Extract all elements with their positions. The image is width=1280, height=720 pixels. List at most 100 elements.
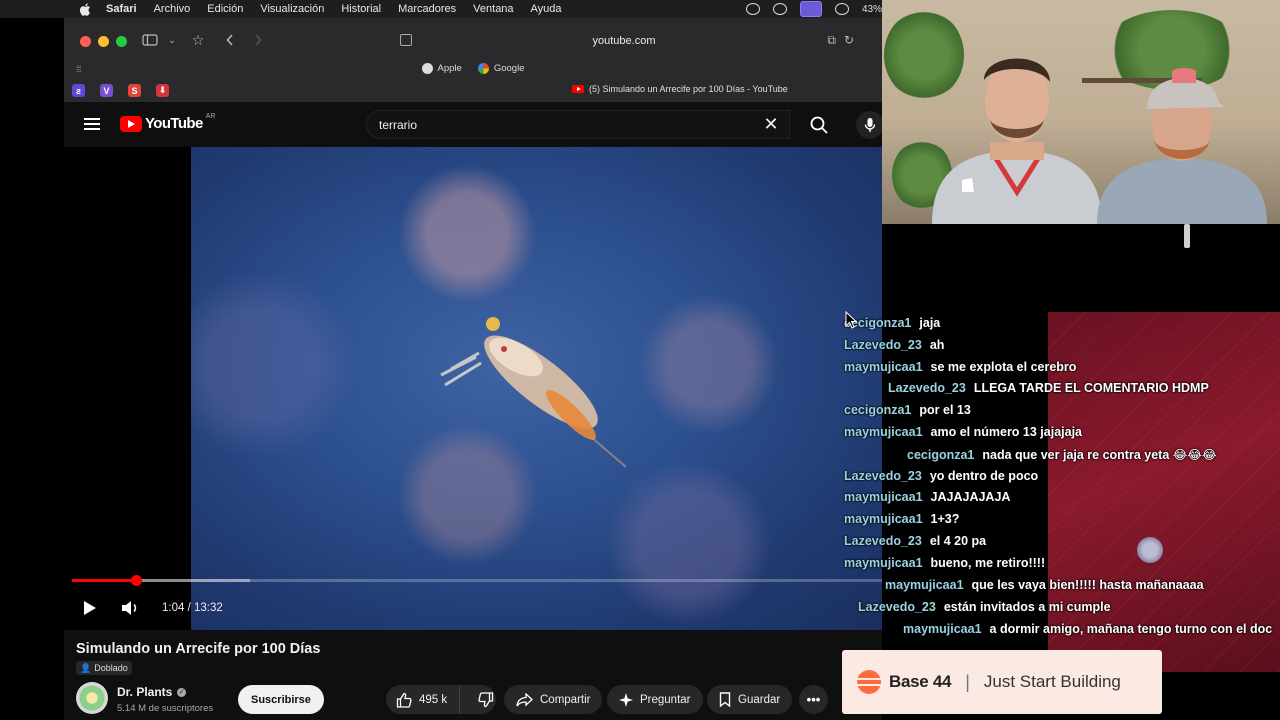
base44-ad-banner[interactable]: Base 44 | Just Start Building [842, 650, 1162, 714]
safari-toolbar: ⌄ ☆ youtube.com ⧉ ↻ ⁞⁞⁞ Apple Google ƨ V… [64, 18, 882, 102]
share-button[interactable]: Compartir [504, 685, 603, 714]
youtube-page: YouTube AR terrario ✕ 1:04 / 13:32 Simul… [64, 102, 882, 720]
more-horizontal-icon: ••• [806, 692, 821, 707]
tab-youtube[interactable]: (5) Simulando un Arrecife por 100 Días -… [572, 84, 788, 94]
video-frame[interactable] [191, 147, 882, 630]
progress-bar[interactable] [72, 575, 882, 586]
thumbs-down-icon [478, 691, 494, 707]
address-bar[interactable]: youtube.com ⧉ ↻ [394, 30, 854, 52]
scrubber-handle[interactable] [130, 575, 142, 586]
ad-brand: Base 44 [889, 672, 952, 691]
search-button[interactable] [801, 110, 837, 139]
base44-logo-icon [857, 670, 881, 694]
tab-bar: ƨ V S ⬇ (5) Simulando un Arrecife por 10… [64, 80, 882, 102]
chat-text: jaja [919, 316, 941, 330]
play-status-icon[interactable] [834, 3, 849, 15]
like-button[interactable]: 495 k [386, 685, 461, 714]
more-actions-button[interactable]: ••• [799, 685, 828, 714]
favorite-apple[interactable]: Apple [421, 62, 462, 74]
subscribe-button[interactable]: Suscribirse [238, 685, 324, 714]
play-button[interactable] [80, 598, 100, 618]
youtube-logo[interactable]: YouTube AR [120, 113, 216, 132]
volume-icon [122, 601, 137, 615]
video-title: Simulando un Arrecife por 100 Días [76, 641, 321, 657]
clear-search-icon[interactable]: ✕ [761, 114, 781, 134]
menu-app-name[interactable]: Safari [106, 3, 137, 15]
close-window-button[interactable] [80, 36, 91, 47]
dislike-button[interactable] [467, 685, 494, 714]
voice-search-button[interactable] [856, 111, 882, 139]
minimize-window-button[interactable] [98, 36, 109, 47]
battery-percent[interactable]: 43% [862, 4, 882, 15]
menu-edicion[interactable]: Edición [207, 3, 243, 15]
menu-archivo[interactable]: Archivo [154, 3, 191, 15]
search-input[interactable]: terrario ✕ [366, 110, 790, 139]
zoom-window-button[interactable] [116, 36, 127, 47]
menu-ayuda[interactable]: Ayuda [531, 3, 562, 15]
back-icon[interactable] [221, 32, 239, 48]
sync-status-icon[interactable] [745, 3, 760, 15]
favorite-google[interactable]: Google [477, 62, 525, 74]
menu-icon[interactable] [84, 118, 100, 130]
page-settings-icon[interactable] [400, 34, 412, 46]
mouse-cursor-icon [845, 311, 857, 329]
search-query[interactable]: terrario [379, 118, 417, 132]
chevron-down-icon[interactable]: ⌄ [163, 32, 181, 48]
favorites-bar: Apple Google [64, 58, 882, 78]
tab-title: (5) Simulando un Arrecife por 100 Días -… [589, 84, 788, 94]
screen-record-icon[interactable] [799, 1, 822, 17]
video-player[interactable]: 1:04 / 13:32 [64, 147, 882, 630]
extension-v-icon[interactable]: V [100, 84, 113, 97]
chat-text: el 4 20 pa [929, 534, 987, 548]
google-favicon-icon [477, 62, 489, 74]
duration: 13:32 [193, 602, 223, 614]
apple-icon[interactable] [78, 2, 92, 16]
channel-name-row[interactable]: Dr. Plants ✓ [117, 685, 187, 699]
chat-text: JAJAJAJAJA [930, 490, 1011, 504]
progress-played [72, 579, 136, 582]
person-right-image [1097, 68, 1267, 224]
ask-button[interactable]: Preguntar [607, 685, 703, 714]
favorite-apple-label: Apple [437, 62, 462, 74]
chat-text: ah [929, 338, 945, 352]
address-actions: ⧉ ↻ [827, 33, 854, 48]
dubbed-badge: 👤 Doblado [76, 661, 132, 675]
menu-visualizacion[interactable]: Visualización [260, 3, 324, 15]
reload-icon[interactable]: ↻ [844, 33, 854, 48]
translate-icon[interactable]: ⧉ [827, 33, 836, 48]
forward-icon[interactable] [249, 32, 267, 48]
youtube-favicon-icon [572, 85, 584, 93]
download-extension-icon[interactable]: ⬇ [156, 84, 169, 97]
channel-name[interactable]: Dr. Plants [117, 685, 172, 699]
mute-button[interactable] [120, 598, 140, 618]
channel-avatar[interactable] [76, 682, 108, 714]
app-status-icon[interactable] [772, 3, 787, 15]
current-time: 1:04 [162, 602, 185, 614]
window-controls [80, 36, 127, 47]
extension-1-icon[interactable]: ƨ [72, 84, 85, 97]
share-icon [516, 692, 533, 706]
microphone-icon [864, 118, 876, 132]
share-label: Compartir [540, 693, 591, 706]
badge-icon [1137, 537, 1163, 563]
chat-text: por el 13 [919, 403, 971, 417]
menu-ventana[interactable]: Ventana [473, 3, 513, 15]
subscriber-count: 5.14 M de suscriptores [117, 703, 214, 714]
stream-overlay-box [1048, 224, 1280, 312]
search-icon [810, 116, 828, 134]
webcam-feed [882, 0, 1280, 224]
chat-username: Lazevedo_23 [888, 381, 966, 395]
star-icon[interactable]: ☆ [189, 32, 207, 48]
sidebar-toggle-icon[interactable] [141, 32, 159, 48]
save-button[interactable]: Guardar [707, 685, 793, 714]
chat-username: maymujicaa1 [885, 578, 964, 592]
youtube-logo-text: YouTube [145, 115, 203, 132]
dubbed-label: Doblado [94, 663, 128, 673]
favorite-google-label: Google [493, 62, 525, 74]
time-display: 1:04 / 13:32 [162, 602, 223, 614]
extension-s-icon[interactable]: S [128, 84, 141, 97]
country-code: AR [205, 113, 216, 120]
menu-marcadores[interactable]: Marcadores [398, 3, 456, 15]
address-text[interactable]: youtube.com [593, 35, 656, 47]
menu-historial[interactable]: Historial [341, 3, 381, 15]
